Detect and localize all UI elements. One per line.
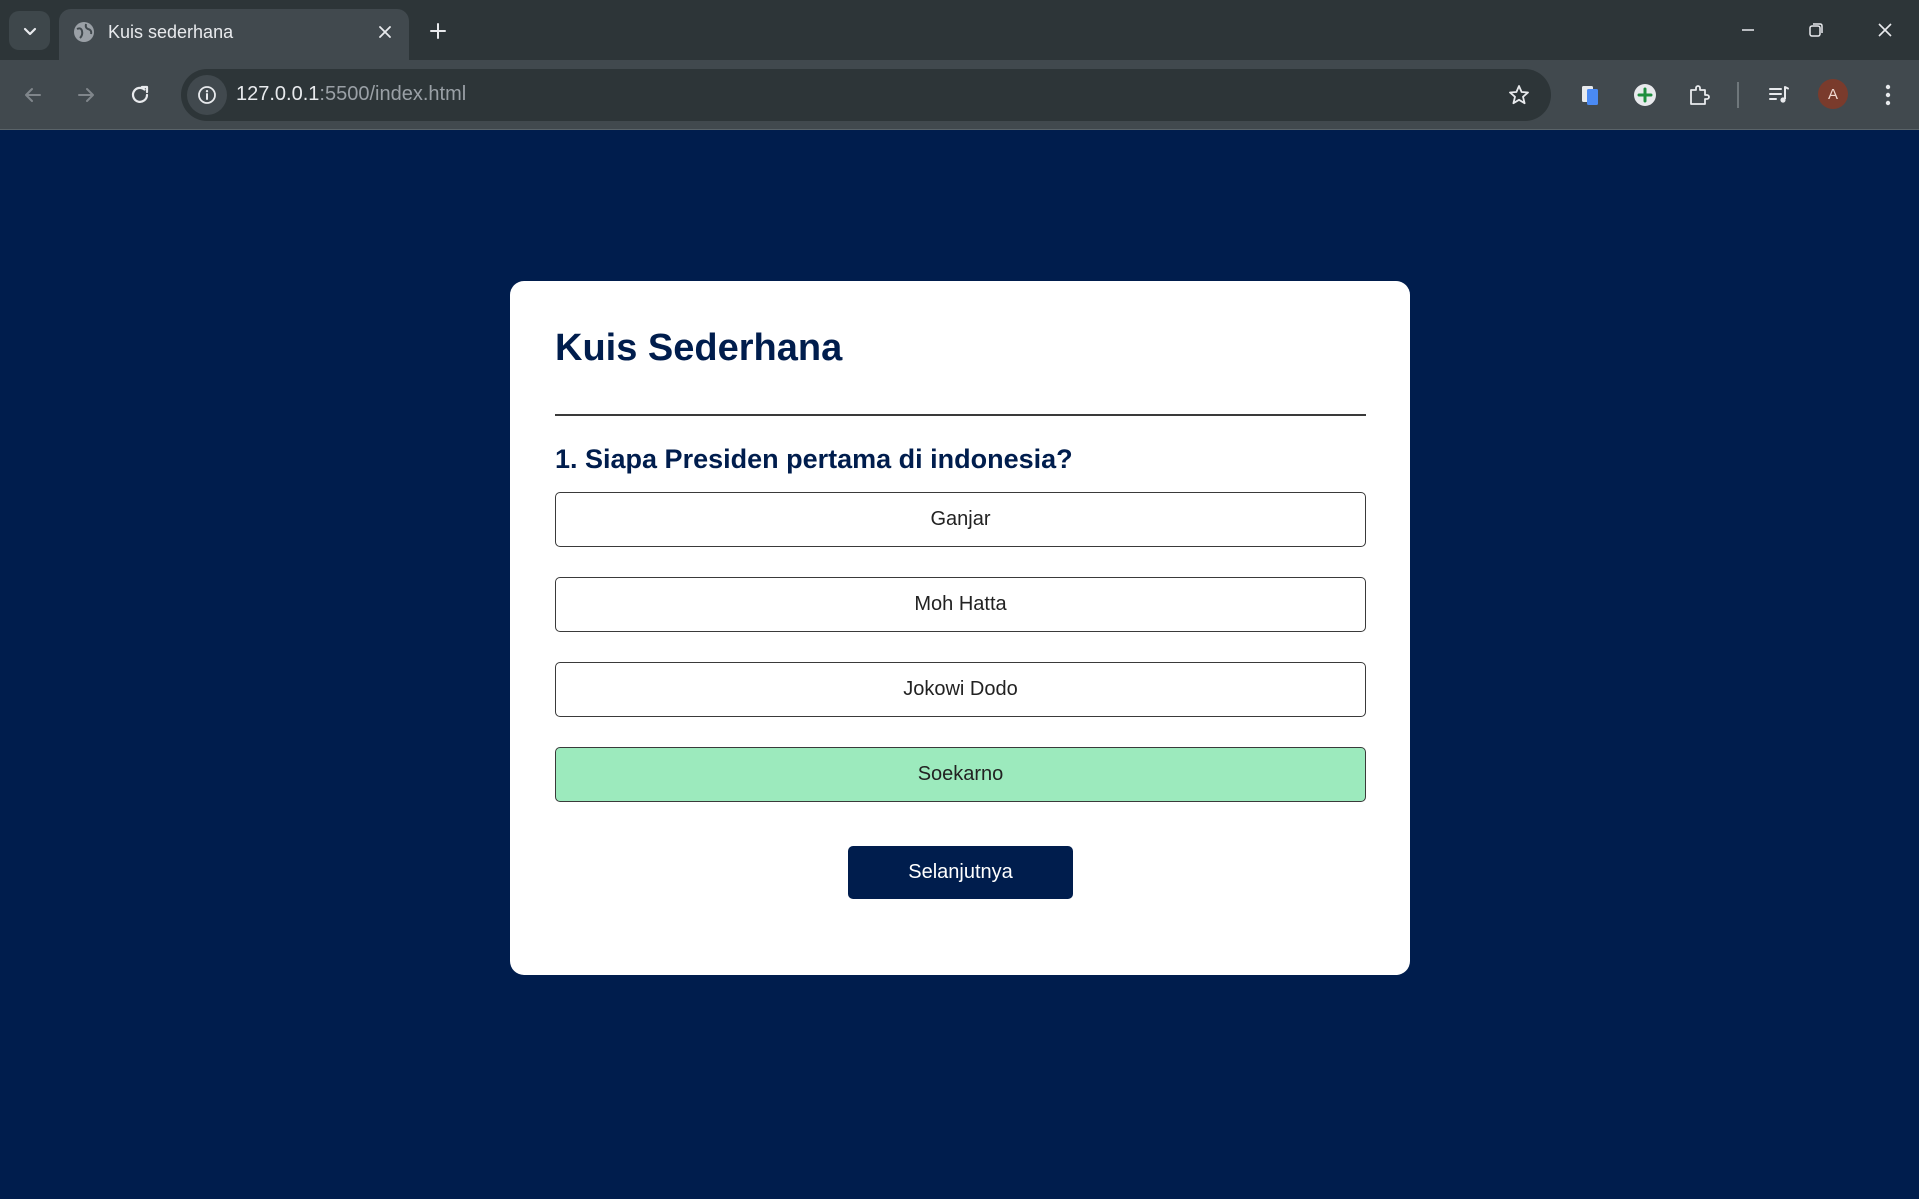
new-tab-icon[interactable]	[424, 17, 452, 45]
back-arrow-icon[interactable]	[15, 77, 51, 113]
forward-arrow-icon[interactable]	[68, 77, 104, 113]
quiz-title: Kuis Sederhana	[555, 327, 843, 369]
answer-list: Ganjar Moh Hatta Jokowi Dodo Soekarno	[555, 492, 1366, 832]
browser-toolbar: 127.0.0.1:5500/index.html A	[0, 60, 1919, 130]
minimize-icon[interactable]	[1730, 14, 1766, 46]
answer-button-moh-hatta[interactable]: Moh Hatta	[555, 577, 1366, 632]
more-menu-icon[interactable]	[1870, 77, 1906, 113]
toolbar-separator	[1737, 82, 1739, 108]
window-close-icon[interactable]	[1867, 14, 1903, 46]
title-divider	[555, 414, 1366, 416]
extension-docs-icon[interactable]	[1572, 77, 1608, 113]
close-tab-icon[interactable]	[373, 20, 397, 44]
restore-icon[interactable]	[1798, 14, 1834, 46]
url-text: 127.0.0.1:5500/index.html	[236, 83, 466, 106]
tab-title: Kuis sederhana	[108, 22, 234, 42]
quiz-card: Kuis Sederhana 1. Siapa Presiden pertama…	[510, 281, 1410, 975]
site-info-icon[interactable]	[187, 75, 227, 115]
page-viewport: Kuis Sederhana 1. Siapa Presiden pertama…	[0, 131, 1919, 1199]
globe-icon	[74, 22, 94, 42]
reload-icon[interactable]	[122, 77, 158, 113]
active-tab[interactable]: Kuis sederhana	[59, 9, 409, 60]
chevron-down-icon	[23, 27, 36, 35]
answer-button-soekarno[interactable]: Soekarno	[555, 747, 1366, 802]
tab-search-button[interactable]	[9, 11, 50, 50]
tab-strip: Kuis sederhana	[0, 0, 1919, 60]
answer-button-ganjar[interactable]: Ganjar	[555, 492, 1366, 547]
answer-button-jokowi-dodo[interactable]: Jokowi Dodo	[555, 662, 1366, 717]
extension-add-icon[interactable]	[1627, 77, 1663, 113]
bookmark-star-icon[interactable]	[1505, 81, 1533, 109]
media-queue-icon[interactable]	[1761, 77, 1797, 113]
next-button[interactable]: Selanjutnya	[848, 846, 1073, 899]
address-bar[interactable]: 127.0.0.1:5500/index.html	[181, 69, 1551, 121]
url-host: 127.0.0.1	[236, 83, 320, 105]
question-text: 1. Siapa Presiden pertama di indonesia?	[555, 444, 1073, 474]
url-path: :5500/index.html	[319, 83, 467, 105]
extensions-puzzle-icon[interactable]	[1681, 77, 1717, 113]
profile-avatar[interactable]: A	[1818, 79, 1848, 109]
